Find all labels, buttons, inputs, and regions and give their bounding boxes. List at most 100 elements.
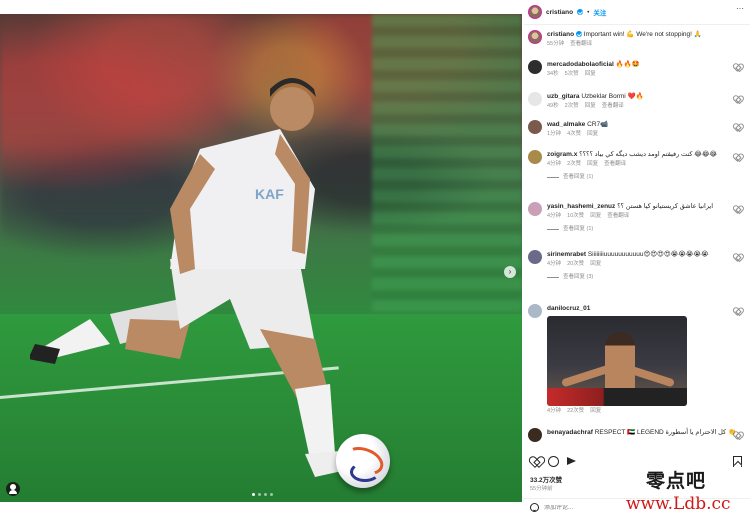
translate-link[interactable]: 查看翻译 [604, 160, 626, 169]
likes-count[interactable]: 33.2万次赞 [530, 474, 562, 484]
commenter-avatar[interactable] [528, 304, 542, 318]
header-separator: • [587, 8, 590, 16]
reply-button[interactable]: 回复 [590, 407, 601, 416]
comment-username[interactable]: benayadachraf [547, 429, 593, 436]
share-icon[interactable] [566, 456, 577, 467]
save-icon[interactable] [733, 456, 742, 467]
author-avatar[interactable] [528, 30, 542, 44]
comment-likes[interactable]: 5次赞 [565, 70, 579, 79]
tag-user-icon[interactable] [6, 482, 20, 496]
comment-item: benayadachraf RESPECT 🇦🇪 LEGEND كل الاحت… [528, 428, 744, 442]
comment-time: 49秒 [547, 103, 559, 109]
comment-item: sirinemrabet Siiiiiiiiuuuuuuuuuuu😍😍😍😍😭😭😭… [528, 250, 744, 282]
gif-banner [547, 388, 687, 406]
comment-text: Uzbeklar Bormi ❤️🔥 [581, 93, 644, 100]
author-avatar[interactable] [528, 5, 542, 19]
reply-button[interactable]: 回复 [590, 260, 601, 269]
commenter-avatar[interactable] [528, 150, 542, 164]
gif-arm [560, 364, 612, 388]
comment-heart-icon[interactable] [734, 206, 740, 212]
watermark-url: www.Ldb.cc [626, 494, 731, 514]
reply-button[interactable]: 回复 [587, 130, 598, 139]
comment-username[interactable]: uzb_gitara [547, 93, 580, 100]
comment-username[interactable]: zoigram.x [547, 151, 577, 158]
comment-heart-icon[interactable] [734, 124, 740, 130]
more-icon[interactable]: ··· [736, 5, 744, 13]
comment-heart-icon[interactable] [734, 254, 740, 260]
reply-button[interactable]: 回复 [585, 102, 596, 111]
svg-text:KAF: KAF [255, 186, 284, 202]
comment-text: CR7📹 [587, 121, 609, 128]
comment-icon[interactable] [548, 456, 559, 467]
comment-username[interactable]: yasin_hashemi_zenuz [547, 203, 615, 210]
comment-text: كنت رفيقتم اومد ديشب ديگه كي بياد ؟؟؟؟ 😂… [579, 151, 718, 158]
comment-heart-icon[interactable] [734, 154, 740, 160]
comment-item: danilocruz_01 4分钟 22次赞 回复 [528, 304, 744, 416]
comment-time: 4分钟 [547, 408, 562, 414]
next-arrow-icon[interactable]: › [504, 266, 516, 278]
comment-heart-icon[interactable] [734, 96, 740, 102]
view-replies-link[interactable]: 查看回复 (1) [547, 173, 744, 182]
header-divider [524, 24, 750, 25]
post-time: 55分钟前 [530, 486, 553, 492]
comment-username[interactable]: danilocruz_01 [547, 305, 590, 312]
verified-icon [575, 31, 582, 38]
carousel-dot [264, 493, 267, 496]
carousel-dot [252, 493, 255, 496]
reply-button[interactable]: 回复 [590, 212, 601, 221]
comment-item: uzb_gitara Uzbeklar Bormi ❤️🔥 49秒 2次赞 回复 查看翻… [528, 92, 744, 111]
comment-username[interactable]: wad_almake [547, 121, 585, 128]
comment-likes[interactable]: 2次赞 [567, 160, 581, 169]
comment-item: wad_almake CR7📹 1分钟 4次赞 回复 [528, 120, 744, 139]
comment-time: 4分钟 [547, 161, 562, 167]
comment-username[interactable]: sirinemrabet [547, 251, 586, 258]
comment-time: 4分钟 [547, 261, 562, 267]
translate-link[interactable]: 查看翻译 [607, 212, 629, 221]
carousel-dot [258, 493, 261, 496]
comment-likes[interactable]: 22次赞 [567, 407, 584, 416]
comment-likes[interactable]: 10次赞 [567, 212, 584, 221]
comment-text: Siiiiiiiiuuuuuuuuuuu😍😍😍😍😭😭😭😭😭 [587, 251, 709, 258]
comment-heart-icon[interactable] [734, 308, 740, 314]
caption: cristiano Important win! 💪 We're not sto… [528, 30, 744, 49]
comment-text: ايرانيا عاشق كريستيانو كيا هستن ؟؟ [617, 203, 714, 210]
comment-gif[interactable] [547, 316, 687, 406]
comment-text: 🔥🔥🤩 [615, 61, 640, 68]
post-header: cristiano • 关注 [528, 4, 606, 20]
carousel-dot [270, 493, 273, 496]
author-username[interactable]: cristiano [546, 9, 573, 16]
comment-heart-icon[interactable] [734, 64, 740, 70]
post-photo[interactable]: KAF › [0, 14, 522, 502]
view-replies-link[interactable]: 查看回复 (3) [547, 273, 744, 282]
translate-link[interactable]: 查看翻译 [602, 102, 624, 111]
comment-username[interactable]: mercadodabolaoficial [547, 61, 614, 68]
comment-likes[interactable]: 20次赞 [567, 260, 584, 269]
commenter-avatar[interactable] [528, 60, 542, 74]
commenter-avatar[interactable] [528, 250, 542, 264]
caption-translate-link[interactable]: 查看翻译 [570, 40, 592, 49]
commenter-avatar[interactable] [528, 428, 542, 442]
verified-icon [577, 9, 584, 15]
comment-likes[interactable]: 4次赞 [567, 130, 581, 139]
commenter-avatar[interactable] [528, 202, 542, 216]
caption-username[interactable]: cristiano [547, 31, 574, 38]
commenter-avatar[interactable] [528, 120, 542, 134]
carousel-dots [252, 493, 273, 496]
follow-button[interactable]: 关注 [593, 7, 606, 17]
comment-time: 4分钟 [547, 213, 562, 219]
commenter-avatar[interactable] [528, 92, 542, 106]
comment-item: yasin_hashemi_zenuz ايرانيا عاشق كريستيا… [528, 202, 744, 234]
comment-time: 1分钟 [547, 131, 562, 137]
emoji-icon[interactable] [530, 503, 539, 512]
caption-time: 55分钟 [547, 41, 565, 47]
football [336, 434, 390, 488]
heart-icon[interactable] [530, 456, 541, 467]
comment-heart-icon[interactable] [734, 432, 740, 438]
reply-button[interactable]: 回复 [585, 70, 596, 79]
comment-likes[interactable]: 2次赞 [565, 102, 579, 111]
post-actions [530, 456, 744, 468]
view-replies-link[interactable]: 查看回复 (1) [547, 225, 744, 234]
reply-button[interactable]: 回复 [587, 160, 598, 169]
comment-text: RESPECT 🇦🇪 LEGEND كل الاحترام يا أسطورة … [594, 429, 737, 436]
caption-text: Important win! 💪 We're not stopping! 🙏 [583, 31, 702, 38]
